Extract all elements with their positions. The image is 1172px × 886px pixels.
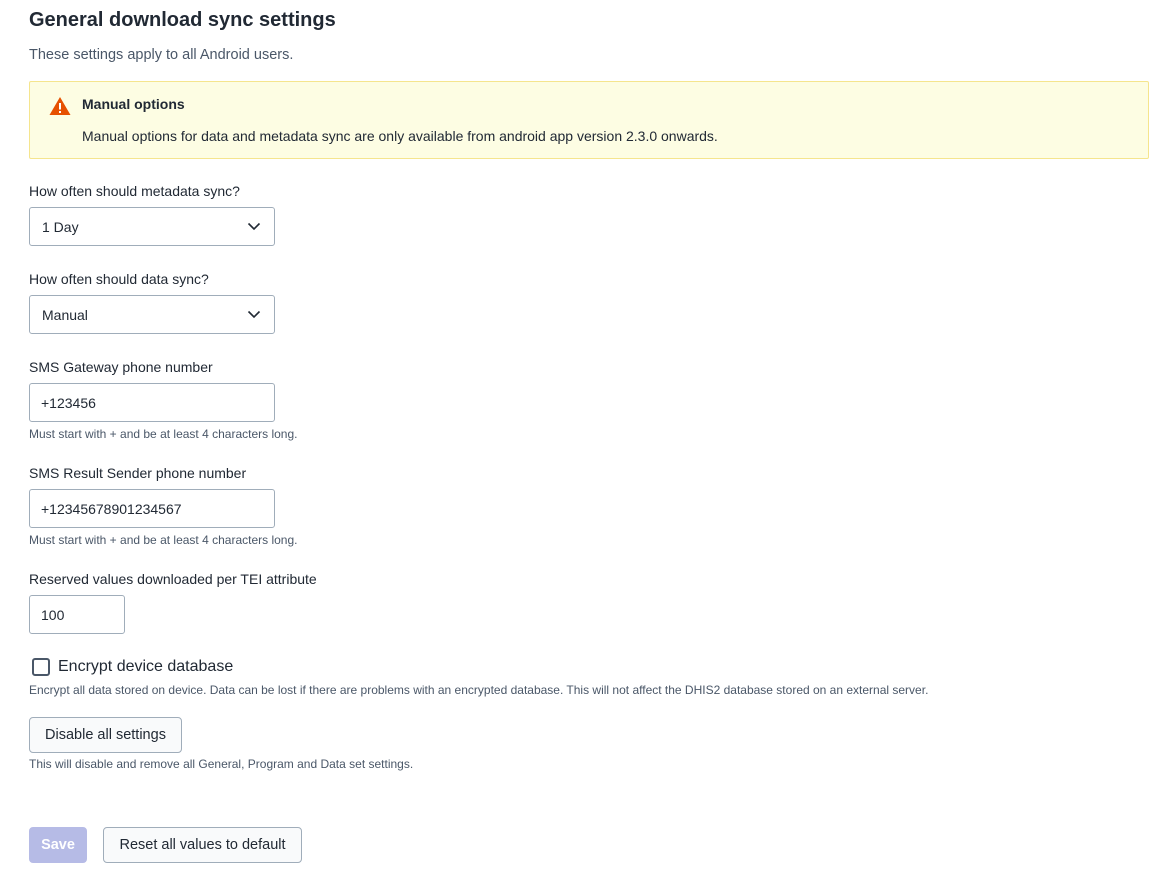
page-subtitle: These settings apply to all Android user… (29, 47, 294, 63)
page-title: General download sync settings (29, 9, 336, 31)
settings-page: General download sync settings These set… (0, 0, 1172, 886)
notice-title: Manual options (82, 96, 185, 112)
data-sync-label: How often should data sync? (29, 271, 209, 287)
reserved-values-input[interactable] (29, 595, 125, 634)
manual-options-notice: Manual options Manual options for data a… (29, 81, 1149, 159)
save-button[interactable]: Save (29, 827, 87, 863)
encrypt-db-help: Encrypt all data stored on device. Data … (29, 683, 929, 697)
sms-result-sender-input[interactable] (29, 489, 275, 528)
metadata-sync-label: How often should metadata sync? (29, 183, 240, 199)
data-sync-value: Manual (42, 307, 88, 323)
sms-gateway-help: Must start with + and be at least 4 char… (29, 427, 298, 441)
reset-defaults-button[interactable]: Reset all values to default (103, 827, 302, 863)
metadata-sync-select[interactable]: 1 Day (29, 207, 275, 246)
encrypt-db-checkbox[interactable] (32, 658, 50, 676)
metadata-sync-value: 1 Day (42, 219, 79, 235)
chevron-down-icon (247, 222, 261, 231)
disable-all-help: This will disable and remove all General… (29, 757, 414, 771)
sms-result-sender-help: Must start with + and be at least 4 char… (29, 533, 298, 547)
disable-all-settings-button[interactable]: Disable all settings (29, 717, 182, 753)
warning-icon (49, 97, 71, 115)
data-sync-select[interactable]: Manual (29, 295, 275, 334)
sms-result-sender-label: SMS Result Sender phone number (29, 465, 247, 481)
sms-gateway-label: SMS Gateway phone number (29, 359, 213, 375)
sms-gateway-input[interactable] (29, 383, 275, 422)
chevron-down-icon (247, 310, 261, 319)
encrypt-db-label[interactable]: Encrypt device database (58, 658, 233, 676)
reserved-values-label: Reserved values downloaded per TEI attri… (29, 571, 317, 587)
notice-body: Manual options for data and metadata syn… (82, 128, 718, 144)
encrypt-db-row[interactable]: Encrypt device database (29, 656, 233, 678)
